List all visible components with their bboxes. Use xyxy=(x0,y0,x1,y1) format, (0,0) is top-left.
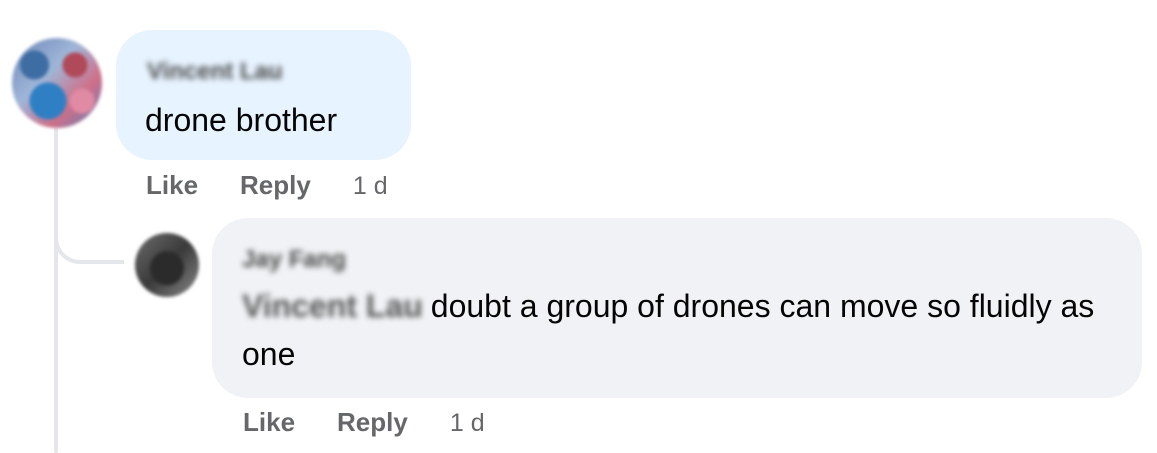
reply-connector-curve xyxy=(54,210,124,264)
comment-text: drone brother xyxy=(145,102,338,138)
reply-timestamp[interactable]: 1 d xyxy=(450,409,485,438)
reply-actions: Like Reply 1 d xyxy=(243,407,485,438)
thread-connector-line xyxy=(54,128,58,453)
like-button[interactable]: Like xyxy=(146,170,198,201)
comment-author-name[interactable]: Vincent Lau xyxy=(147,58,283,86)
comment-actions: Like Reply 1 d xyxy=(146,170,388,201)
reply-button[interactable]: Reply xyxy=(240,170,311,201)
avatar[interactable] xyxy=(135,233,199,297)
reply-button[interactable]: Reply xyxy=(337,407,408,438)
comment-timestamp[interactable]: 1 d xyxy=(353,172,388,201)
mention-tag[interactable]: Vincent Lau xyxy=(242,282,423,330)
reply-author-name[interactable]: Jay Fang xyxy=(242,246,346,274)
like-button[interactable]: Like xyxy=(243,407,295,438)
avatar[interactable] xyxy=(12,38,102,128)
reply-text: Vincent Lau doubt a group of drones can m… xyxy=(242,282,1122,378)
